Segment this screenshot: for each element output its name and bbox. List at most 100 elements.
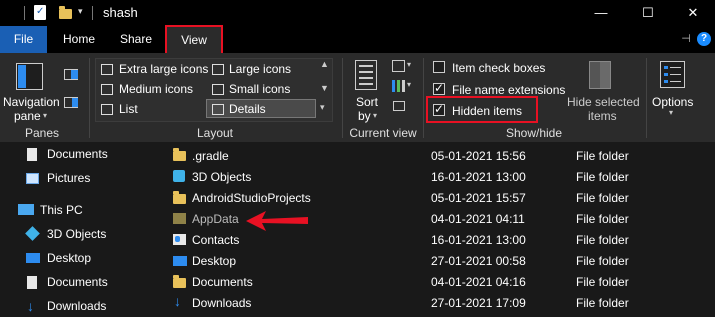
- table-row[interactable]: 3D Objects 16-01-2021 13:00 File folder: [152, 166, 715, 187]
- new-folder-icon[interactable]: [59, 6, 72, 19]
- customize-toolbar-chevron-icon[interactable]: ▾: [78, 6, 83, 17]
- add-columns-chevron-icon[interactable]: ▾: [407, 80, 411, 89]
- item-check-boxes-label[interactable]: Item check boxes: [452, 61, 545, 75]
- preview-pane-icon[interactable]: [64, 69, 78, 80]
- group-by-chevron-icon[interactable]: ▾: [407, 60, 411, 69]
- file-date: 27-01-2021 17:09: [431, 296, 526, 310]
- layout-large-icons[interactable]: Large icons: [229, 62, 291, 76]
- layout-medium-icons[interactable]: Medium icons: [119, 82, 193, 96]
- nav-item-documents-2[interactable]: Documents: [47, 275, 108, 289]
- navigation-pane-chevron-icon[interactable]: ▾: [43, 111, 47, 120]
- layout-scroll-down-icon[interactable]: ▼: [320, 83, 329, 93]
- navigation-pane-icon[interactable]: [16, 63, 43, 90]
- file-type: File folder: [576, 296, 629, 310]
- table-row[interactable]: ↓ Downloads 27-01-2021 17:09 File folder: [152, 292, 715, 313]
- details-pane-icon[interactable]: [64, 97, 78, 108]
- table-row[interactable]: Desktop 27-01-2021 00:58 File folder: [152, 250, 715, 271]
- table-row[interactable]: Contacts 16-01-2021 13:00 File folder: [152, 229, 715, 250]
- layout-extra-large-icons[interactable]: Extra large icons: [119, 62, 208, 76]
- documents-folder-icon: [173, 275, 186, 288]
- show-hide-group-label: Show/hide: [505, 126, 563, 140]
- panes-group-label: Panes: [24, 126, 60, 140]
- close-button[interactable]: ✕: [670, 0, 715, 26]
- folder-icon: [173, 191, 186, 204]
- layout-small-icons[interactable]: Small icons: [229, 82, 290, 96]
- tab-share[interactable]: Share: [115, 26, 157, 53]
- sort-by-icon[interactable]: [355, 60, 377, 90]
- ribbon-separator: [89, 58, 90, 138]
- extra-large-icons-icon: [101, 64, 113, 75]
- nav-item-this-pc[interactable]: This PC: [40, 203, 83, 217]
- layout-group-label: Layout: [196, 126, 234, 140]
- nav-item-3d-objects[interactable]: 3D Objects: [47, 227, 106, 241]
- ribbon-separator: [342, 58, 343, 138]
- hide-selected-items-label[interactable]: Hide selected: [567, 95, 640, 109]
- sort-by-label[interactable]: Sort: [356, 95, 378, 109]
- properties-icon[interactable]: ✓: [34, 5, 46, 20]
- 3d-objects-icon: [173, 170, 185, 182]
- group-by-icon[interactable]: [392, 60, 405, 72]
- layout-expand-icon[interactable]: ▾: [320, 102, 325, 113]
- file-date: 27-01-2021 00:58: [431, 254, 526, 268]
- current-view-group-label: Current view: [349, 126, 417, 140]
- pin-ribbon-icon[interactable]: ⊣: [678, 26, 694, 53]
- hide-selected-items-label-2[interactable]: items: [588, 109, 617, 123]
- table-row[interactable]: Documents 04-01-2021 04:16 File folder: [152, 271, 715, 292]
- maximize-button[interactable]: ☐: [625, 0, 671, 26]
- title-bar: ✓ ▾ shash — ☐ ✕: [0, 0, 715, 26]
- layout-list[interactable]: List: [119, 102, 138, 116]
- navigation-pane-label[interactable]: Navigation: [3, 95, 60, 109]
- options-chevron-icon[interactable]: ▾: [669, 108, 673, 117]
- details-icon: [212, 104, 224, 115]
- options-label[interactable]: Options: [652, 95, 693, 109]
- nav-item-desktop[interactable]: Desktop: [47, 251, 91, 265]
- folder-icon: [173, 148, 186, 161]
- ribbon-tabs: File Home Share ⊣ ?: [0, 26, 715, 53]
- size-columns-icon[interactable]: [393, 101, 405, 111]
- file-date: 05-01-2021 15:57: [431, 191, 526, 205]
- layout-scroll-up-icon[interactable]: ▲: [320, 59, 329, 69]
- table-row[interactable]: .gradle 05-01-2021 15:56 File folder: [152, 145, 715, 166]
- help-icon[interactable]: ?: [697, 32, 711, 46]
- contacts-icon: [173, 234, 186, 245]
- downloads-icon: ↓: [27, 298, 34, 314]
- file-name-extensions-checkbox[interactable]: [433, 81, 445, 95]
- add-columns-icon[interactable]: [392, 80, 405, 92]
- file-name: AppData: [192, 212, 239, 226]
- nav-item-pictures[interactable]: Pictures: [47, 171, 90, 185]
- nav-item-downloads[interactable]: Downloads: [47, 299, 106, 313]
- table-row[interactable]: AppData 04-01-2021 04:11 File folder: [152, 208, 715, 229]
- file-name: .gradle: [192, 149, 229, 163]
- ribbon-separator: [423, 58, 424, 138]
- file-name: Contacts: [192, 233, 240, 247]
- documents-icon: [27, 148, 37, 161]
- file-list: .gradle 05-01-2021 15:56 File folder 3D …: [152, 142, 715, 317]
- sort-by-chevron-icon[interactable]: ▾: [373, 111, 377, 120]
- file-date: 05-01-2021 15:56: [431, 149, 526, 163]
- file-name: Downloads: [192, 296, 252, 310]
- red-arrow-annotation: [246, 211, 308, 231]
- tab-home[interactable]: Home: [58, 26, 100, 53]
- tab-file[interactable]: File: [0, 26, 47, 53]
- window-title: shash: [103, 5, 138, 20]
- nav-item-documents[interactable]: Documents: [47, 147, 108, 161]
- ribbon-separator: [646, 58, 647, 138]
- navigation-pane: Documents Pictures This PC 3D Objects De…: [0, 142, 152, 317]
- navigation-pane-label-2[interactable]: pane: [14, 109, 41, 123]
- file-name: 3D Objects: [192, 170, 252, 184]
- desktop-icon: [26, 253, 40, 263]
- file-name-extensions-label[interactable]: File name extensions: [452, 83, 565, 97]
- minimize-button[interactable]: —: [578, 0, 624, 26]
- large-icons-icon: [212, 64, 224, 75]
- sort-by-label-2[interactable]: by: [358, 109, 371, 123]
- documents-icon: [27, 276, 37, 289]
- title-separator: [92, 6, 93, 20]
- item-check-boxes-checkbox[interactable]: [433, 61, 445, 73]
- options-icon[interactable]: [660, 61, 685, 88]
- layout-details[interactable]: Details: [229, 102, 266, 116]
- file-type: File folder: [576, 275, 629, 289]
- file-date: 04-01-2021 04:16: [431, 275, 526, 289]
- table-row[interactable]: AndroidStudioProjects 05-01-2021 15:57 F…: [152, 187, 715, 208]
- hide-selected-items-icon[interactable]: [589, 61, 611, 89]
- file-type: File folder: [576, 254, 629, 268]
